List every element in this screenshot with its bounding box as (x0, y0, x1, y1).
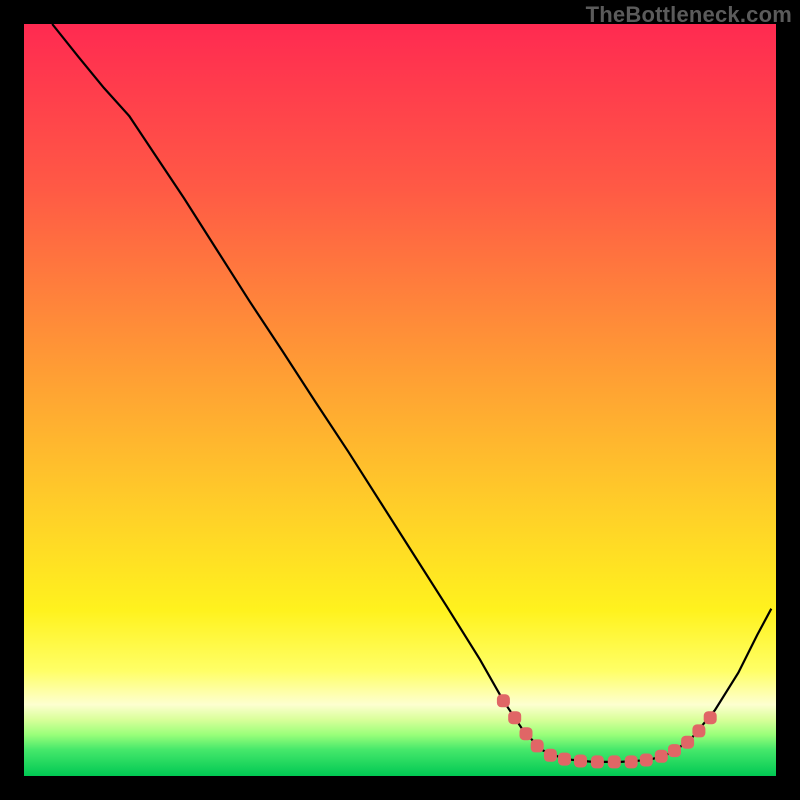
optimal-marker (625, 755, 638, 768)
watermark-text: TheBottleneck.com (586, 2, 792, 28)
optimal-marker (681, 736, 694, 749)
chart-canvas (0, 0, 800, 800)
optimal-marker (520, 727, 533, 740)
gradient-background (24, 24, 776, 776)
optimal-marker (692, 724, 705, 737)
optimal-marker (531, 739, 544, 752)
optimal-marker (655, 750, 668, 763)
optimal-marker (497, 694, 510, 707)
optimal-marker (704, 711, 717, 724)
optimal-marker (558, 753, 571, 766)
optimal-marker (544, 749, 557, 762)
optimal-marker (668, 744, 681, 757)
optimal-marker (640, 754, 653, 767)
optimal-marker (574, 755, 587, 768)
optimal-marker (591, 755, 604, 768)
bottleneck-chart: TheBottleneck.com (0, 0, 800, 800)
optimal-marker (608, 755, 621, 768)
optimal-marker (508, 711, 521, 724)
